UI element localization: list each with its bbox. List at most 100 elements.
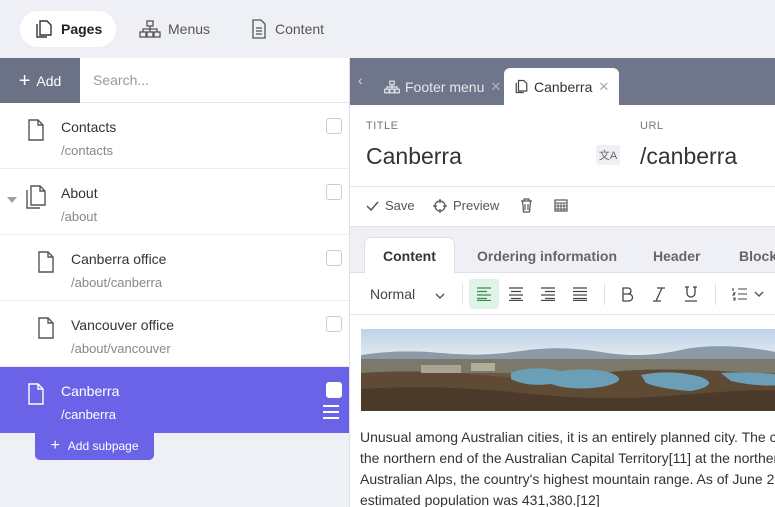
tree-item-path: /about/canberra — [71, 275, 163, 290]
sitemap-icon — [139, 20, 161, 38]
tree-item-checkbox[interactable] — [326, 382, 342, 398]
doc-tab-canberra[interactable]: Canberra ✕ — [504, 68, 620, 105]
page-tree-panel: + Add Contacts /contacts About /about Ca… — [0, 58, 349, 507]
numbered-list-button[interactable] — [724, 279, 772, 309]
save-button[interactable]: Save — [366, 198, 415, 213]
align-justify-icon — [573, 287, 587, 301]
tab-ordering-information[interactable]: Ordering information — [459, 237, 635, 274]
chevron-down-icon — [754, 291, 764, 297]
underline-icon — [685, 286, 697, 302]
doc-tab-footer-menu[interactable]: Footer menu ✕ — [374, 68, 511, 105]
drag-handle-icon[interactable] — [323, 405, 339, 423]
translate-icon[interactable]: 文A — [596, 145, 620, 165]
add-page-button[interactable]: + Add — [0, 58, 80, 103]
pages-icon — [515, 79, 528, 94]
add-label: Add — [36, 72, 62, 89]
toolbar-divider — [462, 283, 463, 305]
tab-blocks[interactable]: Blocks — [721, 237, 775, 274]
canberra-panorama-image[interactable] — [361, 329, 775, 411]
url-label: URL — [640, 120, 664, 132]
doc-tab-label: Canberra — [534, 78, 593, 95]
doc-tab-label: Footer menu — [405, 78, 485, 95]
page-editor-panel: ‹ Footer menu ✕ Canberra ✕ TITLE Canberr… — [349, 58, 775, 507]
document-icon — [252, 19, 266, 39]
tree-item-checkbox[interactable] — [326, 118, 342, 134]
tree-item-about[interactable]: About /about — [0, 169, 349, 235]
plus-icon: + — [18, 69, 31, 92]
preview-button[interactable]: Preview — [433, 198, 499, 213]
add-subpage-button[interactable]: + Add subpage — [35, 432, 154, 460]
tree-item-title: Canberra office — [71, 251, 167, 267]
page-body-text[interactable]: Unusual among Australian cities, it is a… — [360, 427, 775, 507]
sitemap-icon — [384, 80, 400, 93]
tree-item-canberra-office[interactable]: Canberra office /about/canberra — [0, 235, 349, 301]
trash-icon — [521, 198, 532, 213]
align-left-button[interactable] — [469, 279, 499, 309]
align-center-button[interactable] — [501, 279, 531, 309]
pages-icon — [26, 185, 46, 209]
text-line: estimated population was 431,380.[12] — [360, 492, 600, 507]
delete-button[interactable] — [520, 198, 539, 213]
tree-item-title: Contacts — [61, 119, 117, 135]
text-line: Australian Alps, the country's highest m… — [360, 471, 775, 487]
numbered-list-icon — [732, 288, 747, 301]
tree-item-title: Vancouver office — [71, 317, 174, 333]
close-icon[interactable]: ✕ — [598, 79, 609, 95]
nav-tab-pages[interactable]: Pages — [20, 11, 117, 47]
bold-icon — [621, 286, 633, 302]
calendar-icon — [554, 199, 568, 212]
nav-tab-content[interactable]: Content — [236, 11, 338, 47]
tree-item-path: /canberra — [61, 407, 116, 422]
tree-item-checkbox[interactable] — [326, 250, 342, 266]
add-subpage-label: Add subpage — [67, 439, 139, 453]
url-field[interactable]: /canberra — [640, 143, 737, 170]
save-label: Save — [385, 198, 415, 213]
title-field[interactable]: Canberra — [366, 143, 462, 170]
search-input[interactable] — [80, 58, 349, 103]
text-line: Unusual among Australian cities, it is a… — [360, 429, 775, 445]
top-navigation: Pages Menus Content — [0, 0, 775, 58]
nav-tab-menus[interactable]: Menus — [125, 11, 224, 47]
tree-item-vancouver-office[interactable]: Vancouver office /about/vancouver — [0, 301, 349, 367]
preview-label: Preview — [453, 198, 500, 213]
page-icon — [38, 251, 54, 273]
toolbar-divider — [715, 283, 716, 305]
page-icon — [28, 119, 44, 141]
align-justify-button[interactable] — [565, 279, 595, 309]
tree-item-title: Canberra — [61, 383, 120, 399]
text-line: the northern end of the Australian Capit… — [360, 450, 775, 466]
tab-content[interactable]: Content — [364, 237, 455, 274]
align-center-icon — [509, 287, 523, 301]
checkmark-icon — [366, 201, 379, 211]
tree-item-checkbox[interactable] — [326, 184, 342, 200]
content-tabs: Content Ordering information Header Bloc… — [350, 227, 775, 274]
italic-icon — [653, 286, 665, 302]
tree-item-canberra[interactable]: Canberra /canberra — [0, 367, 349, 433]
page-icon — [28, 383, 44, 405]
pages-icon — [36, 20, 52, 38]
action-toolbar: Save Preview — [350, 187, 775, 227]
tree-item-checkbox[interactable] — [326, 316, 342, 332]
close-icon[interactable]: ✕ — [490, 79, 501, 95]
chevron-left-icon[interactable]: ‹ — [358, 72, 363, 88]
italic-button[interactable] — [644, 279, 674, 309]
chevron-down-icon[interactable] — [7, 197, 17, 203]
tree-item-path: /about — [61, 209, 98, 224]
title-label: TITLE — [366, 120, 399, 132]
style-value: Normal — [370, 286, 416, 302]
tree-item-contacts[interactable]: Contacts /contacts — [0, 103, 349, 169]
tree-item-path: /about/vancouver — [71, 341, 171, 356]
align-right-button[interactable] — [533, 279, 563, 309]
align-left-icon — [477, 287, 491, 301]
nav-tab-label: Content — [275, 21, 325, 37]
toolbar-divider — [604, 283, 605, 305]
document-tab-bar: ‹ Footer menu ✕ Canberra ✕ — [350, 58, 775, 105]
nav-tab-label: Menus — [168, 21, 211, 37]
paragraph-style-select[interactable]: Normal — [370, 286, 445, 302]
underline-button[interactable] — [676, 279, 706, 309]
bold-button[interactable] — [612, 279, 642, 309]
tab-header[interactable]: Header — [635, 237, 718, 274]
crosshair-icon — [433, 198, 447, 213]
tree-item-path: /contacts — [61, 143, 114, 158]
schedule-button[interactable] — [554, 198, 574, 212]
